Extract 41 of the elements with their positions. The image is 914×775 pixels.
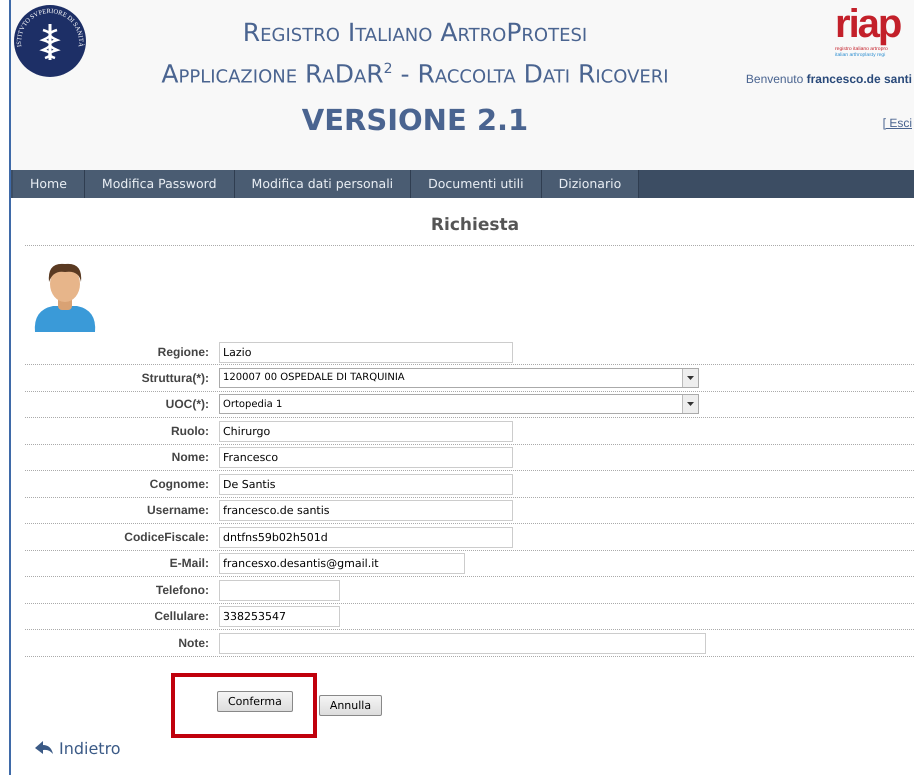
input-field[interactable]: dntfns59b02h501d bbox=[219, 526, 513, 548]
nav-tab[interactable]: Modifica dati personali bbox=[234, 170, 412, 198]
page-title: Richiesta bbox=[430, 214, 520, 237]
nav-tab[interactable]: Modifica Password bbox=[84, 170, 235, 198]
field-label: Nome: bbox=[170, 450, 210, 464]
input-field[interactable]: Francesco bbox=[219, 447, 513, 468]
logout-link[interactable]: [ Esci bbox=[882, 116, 912, 130]
input-field[interactable]: 338253547 bbox=[219, 606, 340, 628]
dropdown-arrow-icon bbox=[687, 402, 694, 406]
field-label: Note: bbox=[177, 636, 210, 650]
field-label: Ruolo: bbox=[170, 424, 210, 438]
app-title: Registro Italiano ArtroProtesi bbox=[242, 17, 588, 49]
dropdown-arrow-icon bbox=[687, 376, 694, 380]
version-title: VERSIONE 2.1 bbox=[302, 102, 528, 140]
dropdown-field[interactable]: Ortopedia 1 bbox=[219, 394, 699, 414]
form-button[interactable]: Conferma bbox=[217, 690, 293, 712]
form-button[interactable]: Annulla bbox=[318, 694, 382, 716]
field-label: UOC(*): bbox=[164, 397, 210, 412]
dropdown-field[interactable]: 120007 00 OSPEDALE DI TARQUINIA bbox=[219, 368, 699, 388]
input-field[interactable] bbox=[219, 580, 340, 601]
back-link[interactable]: Indietro bbox=[35, 738, 121, 758]
input-field[interactable]: francesco.de santis bbox=[219, 500, 513, 522]
field-label: E-Mail: bbox=[168, 556, 210, 570]
field-label: Telefono: bbox=[154, 582, 210, 597]
field-label: Cellulare: bbox=[153, 609, 210, 624]
back-arrow-icon bbox=[35, 741, 53, 755]
nav-tab[interactable]: Documenti utili bbox=[411, 170, 542, 198]
welcome-text: Benvenuto francesco.de santi bbox=[746, 72, 912, 86]
field-label: Username: bbox=[146, 503, 210, 518]
input-field[interactable]: De Santis bbox=[219, 474, 513, 495]
field-label: Cognome: bbox=[148, 476, 210, 491]
field-label: CodiceFiscale: bbox=[123, 530, 210, 544]
input-field[interactable] bbox=[219, 632, 706, 654]
app-title: Applicazione RaDaR$^{2}$ - Raccolta Dati Ricoveri bbox=[161, 58, 669, 90]
field-label: Struttura(*): bbox=[140, 370, 210, 385]
input-field[interactable]: francesxo.desantis@gmail.it bbox=[219, 553, 465, 574]
nav-tab[interactable]: Home bbox=[13, 170, 85, 198]
input-field[interactable]: Lazio bbox=[219, 342, 513, 363]
input-field[interactable]: Chirurgo bbox=[219, 420, 513, 442]
field-label: Regione: bbox=[156, 345, 210, 359]
nav-tab[interactable]: Dizionario bbox=[542, 170, 640, 198]
